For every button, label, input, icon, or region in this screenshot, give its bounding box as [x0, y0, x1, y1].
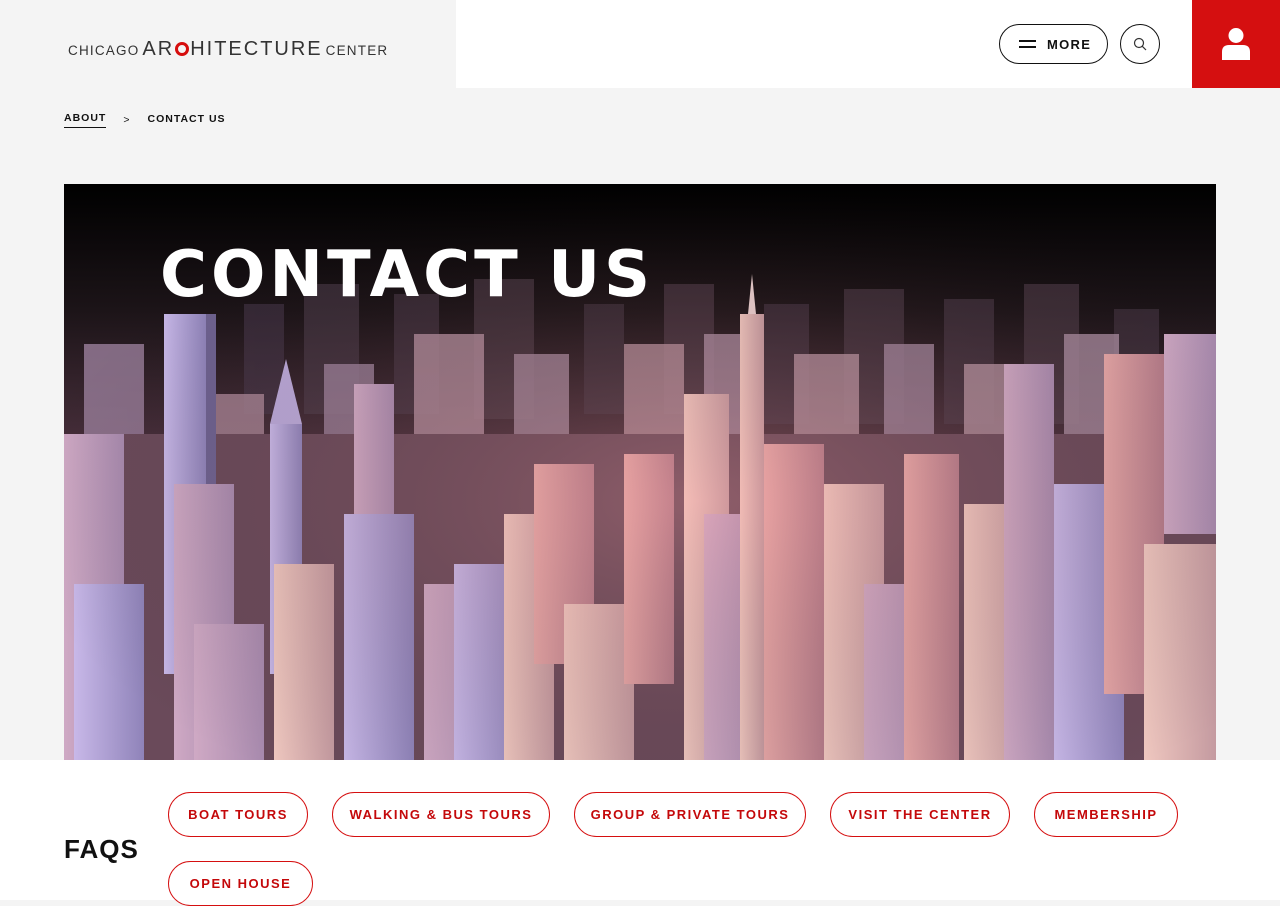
faq-boat-tours-button[interactable]: BOAT TOURS	[168, 792, 308, 837]
faq-visit-the-center-button[interactable]: VISIT THE CENTER	[830, 792, 1010, 837]
site-logo[interactable]: CHICAGO AR HITECTURE CENTER	[68, 38, 388, 61]
faq-heading: FAQS	[64, 834, 139, 864]
search-icon	[1133, 37, 1147, 51]
account-button[interactable]	[1192, 0, 1280, 88]
faq-group-private-tours-button[interactable]: GROUP & PRIVATE TOURS	[574, 792, 806, 837]
breadcrumb-current: CONTACT US	[147, 113, 226, 125]
search-button[interactable]	[1120, 24, 1160, 64]
faq-membership-button[interactable]: MEMBERSHIP	[1034, 792, 1178, 837]
more-menu-button[interactable]: MORE	[999, 24, 1108, 64]
faq-section: FAQS BOAT TOURS WALKING & BUS TOURS GROU…	[0, 760, 1280, 906]
logo-area: CHICAGO AR HITECTURE CENTER	[0, 0, 456, 88]
logo-text-center: CENTER	[325, 43, 389, 58]
more-label: MORE	[1047, 36, 1092, 52]
logo-c-mark-icon	[175, 42, 190, 56]
page-title: CONTACT US	[160, 238, 655, 312]
hero-banner: CONTACT US	[64, 184, 1216, 760]
logo-text-ar: AR	[142, 38, 175, 60]
breadcrumb-about-link[interactable]: ABOUT	[64, 112, 107, 128]
hamburger-icon	[1019, 39, 1036, 49]
faq-open-house-button[interactable]: OPEN HOUSE	[168, 861, 313, 906]
faq-walking-bus-tours-button[interactable]: WALKING & BUS TOURS	[332, 792, 550, 837]
user-icon	[1222, 28, 1250, 60]
breadcrumb: ABOUT > CONTACT US	[64, 112, 226, 128]
site-header: CHICAGO AR HITECTURE CENTER MORE	[0, 0, 1280, 88]
breadcrumb-separator: >	[123, 114, 131, 126]
logo-text-architecture: AR HITECTURE	[142, 38, 322, 61]
logo-text-hitecture: HITECTURE	[190, 38, 323, 60]
logo-text-chicago: CHICAGO	[68, 43, 140, 58]
nav-area: MORE	[456, 0, 1192, 88]
